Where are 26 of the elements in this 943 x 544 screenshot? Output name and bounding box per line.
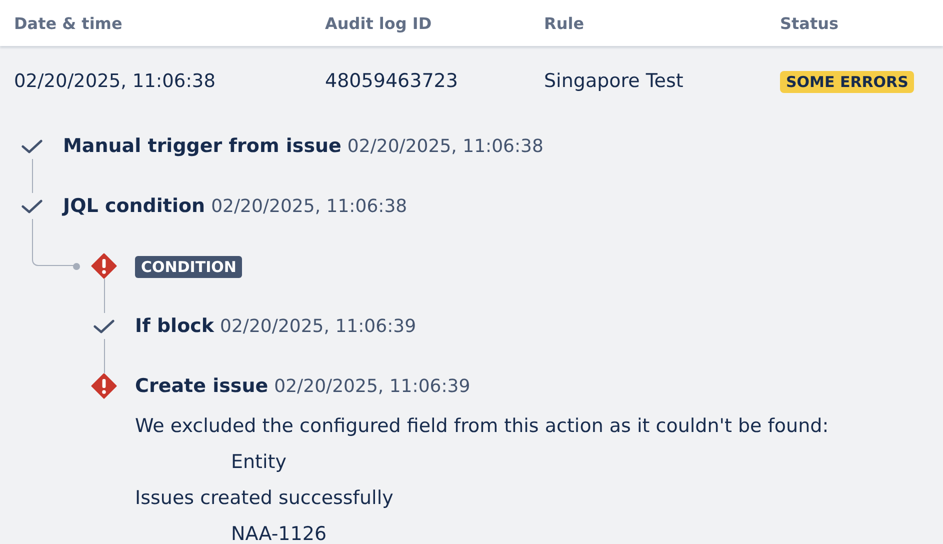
log-value: Entity — [230, 450, 288, 475]
log-message: Issues created successfully — [135, 486, 394, 511]
error-icon — [91, 253, 117, 279]
condition-badge: CONDITION — [135, 256, 242, 278]
step-title: JQL condition — [63, 195, 206, 217]
check-icon — [93, 318, 115, 334]
step-time: 02/20/2025, 11:06:38 — [211, 196, 408, 217]
step-time: 02/20/2025, 11:06:38 — [347, 136, 544, 157]
step-time: 02/20/2025, 11:06:39 — [220, 316, 416, 337]
status-badge: SOME ERRORS — [780, 70, 914, 92]
step-title: Create issue — [135, 375, 268, 397]
error-icon — [91, 373, 117, 399]
column-header: Date & time — [13, 14, 124, 32]
table-cell-text: 48059463723 — [325, 70, 459, 92]
table-cell-text: 02/20/2025, 11:06:38 — [13, 70, 216, 92]
check-icon — [21, 198, 43, 214]
column-header: Audit log ID — [325, 14, 433, 32]
step-title: Manual trigger from issue — [63, 135, 342, 157]
step-title: If block — [135, 315, 214, 337]
column-header: Status — [780, 14, 840, 32]
log-value: NAA-1126 — [230, 522, 328, 544]
step-time: 02/20/2025, 11:06:39 — [274, 376, 470, 397]
log-message: We excluded the configured field from this action as it couldn't be found: — [135, 414, 830, 439]
column-header: Rule — [544, 14, 586, 32]
check-icon — [21, 138, 43, 154]
table-cell-text: Singapore Test — [544, 70, 684, 92]
